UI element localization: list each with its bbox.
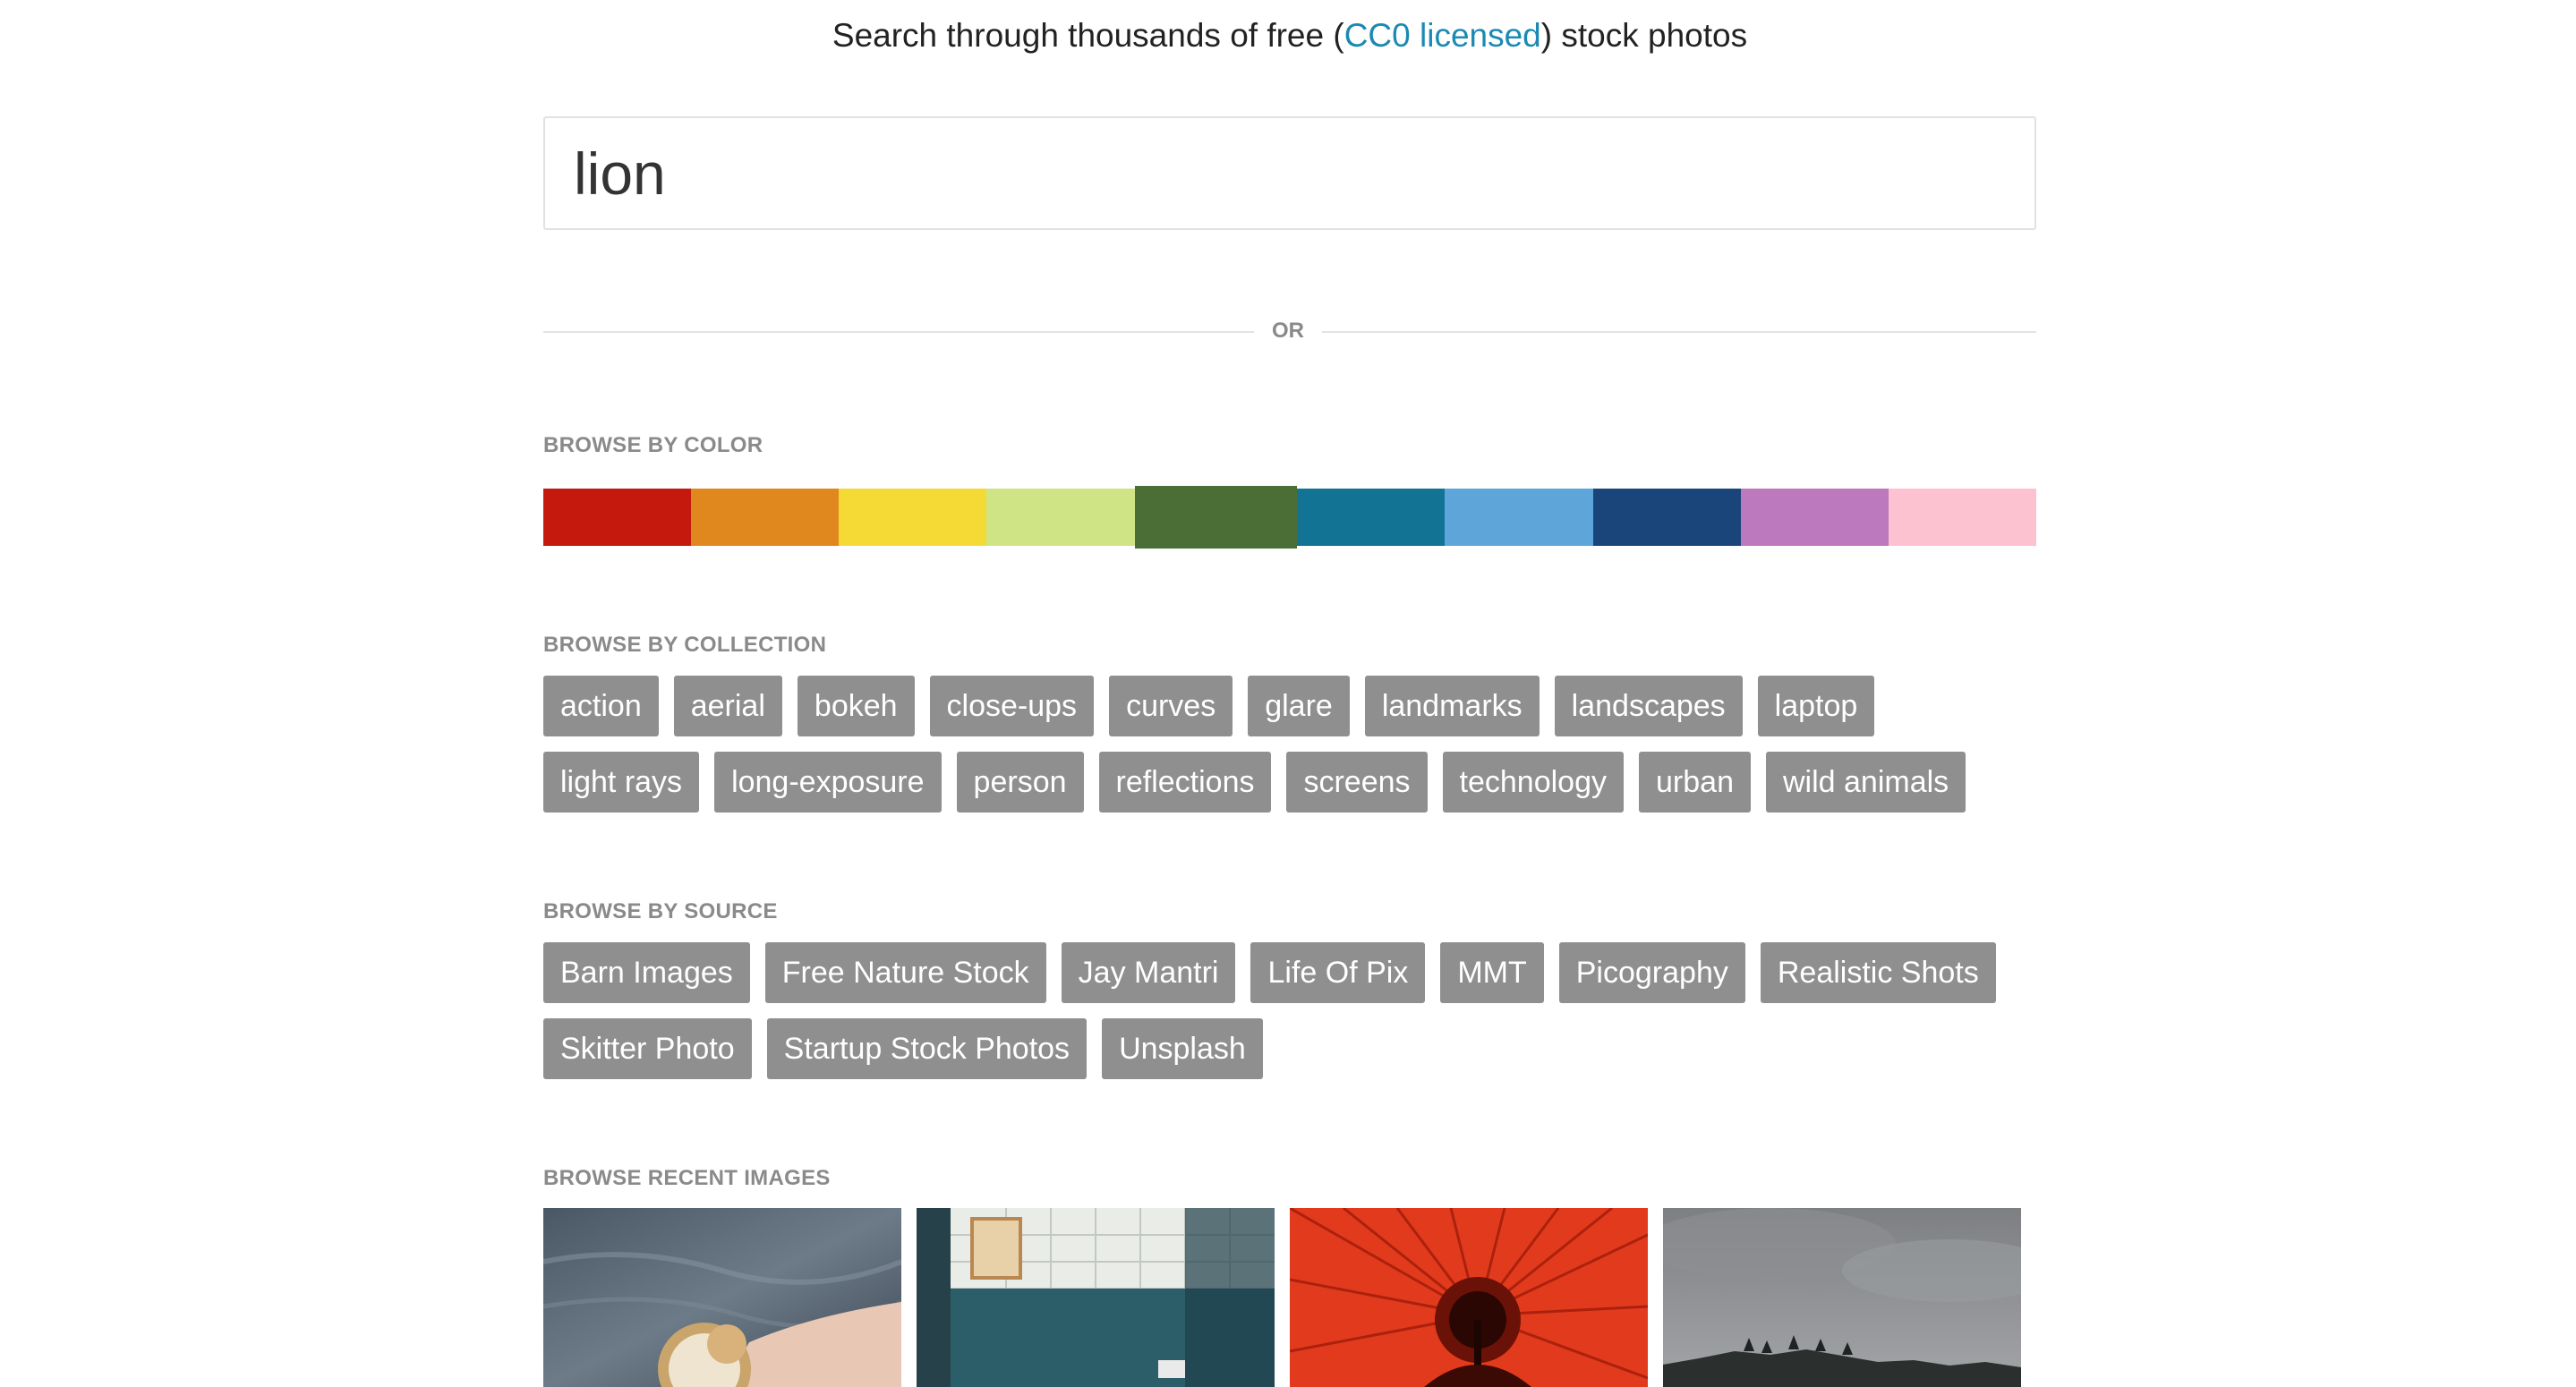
collection-tag[interactable]: landscapes xyxy=(1554,676,1743,736)
recent-image-red-umbrella[interactable] xyxy=(1290,1208,1648,1387)
recent-image-tiled-room[interactable] xyxy=(917,1208,1275,1387)
recent-image-compass[interactable] xyxy=(543,1208,901,1387)
divider-line-left xyxy=(543,331,1254,333)
color-swatch-teal[interactable] xyxy=(1297,489,1446,546)
collection-tag[interactable]: bokeh xyxy=(797,676,915,736)
source-tag[interactable]: Free Nature Stock xyxy=(764,942,1046,1003)
compass-photo xyxy=(543,1208,901,1387)
misty-hills-photo xyxy=(1663,1208,2021,1387)
search-input[interactable] xyxy=(545,118,2034,228)
source-tag[interactable]: Unsplash xyxy=(1102,1018,1263,1079)
divider-line-right xyxy=(1322,331,2036,333)
recent-image-misty-hills[interactable] xyxy=(1663,1208,2021,1387)
source-tag[interactable]: Barn Images xyxy=(543,942,750,1003)
color-swatch-pink[interactable] xyxy=(1888,489,2037,546)
tiled-room-photo xyxy=(917,1208,1275,1387)
collection-tag[interactable]: landmarks xyxy=(1364,676,1540,736)
browse-by-collection-heading: BROWSE BY COLLECTION xyxy=(543,633,827,657)
color-swatch-yellow[interactable] xyxy=(839,489,987,546)
collection-tag[interactable]: urban xyxy=(1639,752,1751,813)
red-umbrella-photo xyxy=(1290,1208,1648,1387)
collection-tag[interactable]: person xyxy=(956,752,1084,813)
or-label: OR xyxy=(1272,319,1304,343)
source-tag[interactable]: Startup Stock Photos xyxy=(766,1018,1088,1079)
source-tag[interactable]: MMT xyxy=(1440,942,1544,1003)
color-swatch-bar xyxy=(543,486,2037,549)
collection-tag[interactable]: wild animals xyxy=(1765,752,1966,813)
source-tag[interactable]: Life Of Pix xyxy=(1250,942,1426,1003)
color-swatch-lime[interactable] xyxy=(986,489,1135,546)
collection-tag[interactable]: laptop xyxy=(1757,676,1875,736)
color-swatch-red[interactable] xyxy=(543,489,692,546)
collection-tag[interactable]: reflections xyxy=(1098,752,1272,813)
collection-tag[interactable]: light rays xyxy=(543,752,700,813)
color-swatch-light-blue[interactable] xyxy=(1445,489,1593,546)
collection-tag[interactable]: screens xyxy=(1286,752,1428,813)
color-swatch-purple[interactable] xyxy=(1740,489,1889,546)
tagline-suffix: ) stock photos xyxy=(1540,17,1748,54)
collection-tag[interactable]: close-ups xyxy=(929,676,1095,736)
color-swatch-navy[interactable] xyxy=(1592,489,1741,546)
collection-tag[interactable]: aerial xyxy=(673,676,782,736)
color-swatch-green[interactable] xyxy=(1134,486,1298,549)
collection-tag[interactable]: action xyxy=(543,676,659,736)
search-box xyxy=(543,116,2036,230)
browse-by-color-heading: BROWSE BY COLOR xyxy=(543,433,763,457)
source-tag[interactable]: Realistic Shots xyxy=(1760,942,1996,1003)
collection-tag[interactable]: long-exposure xyxy=(714,752,942,813)
collection-tag[interactable]: glare xyxy=(1248,676,1350,736)
source-tag-list: Barn Images Free Nature Stock Jay Mantri Li… xyxy=(543,942,2036,1079)
recent-images-grid xyxy=(543,1208,2021,1387)
source-tag[interactable]: Picography xyxy=(1558,942,1745,1003)
cc0-license-link[interactable]: CC0 licensed xyxy=(1344,17,1541,54)
collection-tag-list: action aerial bokeh close-ups curves glare lan… xyxy=(543,676,2036,813)
tagline-prefix: Search through thousands of free ( xyxy=(832,17,1344,54)
collection-tag[interactable]: technology xyxy=(1442,752,1625,813)
source-tag[interactable]: Skitter Photo xyxy=(543,1018,752,1079)
or-divider: OR xyxy=(543,315,2036,347)
collection-tag[interactable]: curves xyxy=(1109,676,1233,736)
source-tag[interactable]: Jay Mantri xyxy=(1061,942,1236,1003)
browse-recent-images-heading: BROWSE RECENT IMAGES xyxy=(543,1166,831,1190)
browse-by-source-heading: BROWSE BY SOURCE xyxy=(543,899,778,923)
tagline: Search through thousands of free (CC0 li… xyxy=(543,14,2036,57)
color-swatch-orange[interactable] xyxy=(691,489,840,546)
